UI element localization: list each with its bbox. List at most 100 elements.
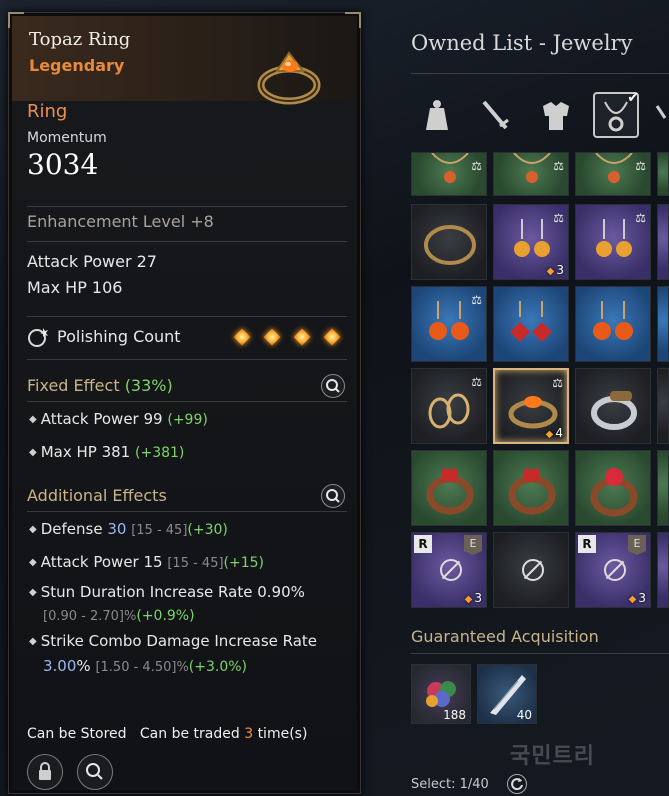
jewelry-slot[interactable] bbox=[657, 152, 669, 196]
scale-icon: ⚖ bbox=[471, 159, 482, 173]
divider bbox=[27, 401, 347, 402]
polish-gem-icon bbox=[233, 328, 251, 346]
jewelry-slot[interactable] bbox=[657, 286, 669, 362]
material-slot[interactable]: 40 bbox=[477, 664, 537, 724]
item-grade: Legendary bbox=[29, 56, 125, 75]
trade-info: Can be Stored Can be traded 3 time(s) bbox=[27, 726, 307, 742]
momentum-label: Momentum bbox=[27, 130, 107, 146]
jewelry-slot[interactable]: ⚖ ◆ 3 bbox=[493, 204, 569, 280]
scale-icon: ⚖ bbox=[635, 211, 646, 225]
divider bbox=[27, 359, 347, 360]
fixed-effect-percent: (33%) bbox=[124, 376, 173, 395]
ruby-ring-icon bbox=[508, 469, 556, 515]
jewelry-slot[interactable]: ⚖ bbox=[411, 152, 487, 196]
fixed-effect-title: Fixed Effect (33%) bbox=[27, 376, 173, 395]
jewelry-slot[interactable]: ⚖ bbox=[575, 204, 651, 280]
category-tab-more[interactable] bbox=[655, 92, 669, 138]
jewelry-slot[interactable] bbox=[493, 450, 569, 526]
armor-icon bbox=[543, 102, 569, 130]
item-count: ◆ 3 bbox=[464, 591, 482, 605]
earring-icon bbox=[593, 301, 633, 340]
jewelry-slot[interactable]: ⚖ bbox=[411, 368, 487, 444]
unavailable-icon bbox=[522, 559, 544, 581]
additional-effect-line: ◆ Stun Duration Increase Rate 0.90% bbox=[29, 583, 305, 601]
item-count: ◆ 4 bbox=[545, 426, 563, 440]
jewelry-slot[interactable] bbox=[657, 450, 669, 526]
additional-effect-range: [0.90 - 2.70]%(+0.9%) bbox=[43, 608, 195, 624]
enhancement-level: Enhancement Level +8 bbox=[27, 212, 214, 231]
lock-button[interactable] bbox=[27, 754, 63, 790]
ruby-ring-icon bbox=[426, 469, 474, 515]
additional-effects-search-button[interactable] bbox=[321, 484, 345, 508]
equip-tag: E bbox=[464, 535, 482, 555]
item-tooltip: Topaz Ring Legendary Ring Momentum 3034 … bbox=[8, 12, 361, 794]
jewelry-slot[interactable] bbox=[575, 368, 651, 444]
tradeable-label: Can be traded bbox=[139, 726, 240, 742]
guaranteed-acquisition-title: Guaranteed Acquisition bbox=[411, 627, 599, 646]
pendant-icon bbox=[655, 105, 667, 119]
additional-effect-range: 3.00% [1.50 - 4.50]%(+3.0%) bbox=[43, 657, 248, 675]
scale-icon: ⚖ bbox=[635, 159, 646, 173]
item-count: ◆ 3 bbox=[628, 591, 646, 605]
scale-icon: ⚖ bbox=[553, 159, 564, 173]
material-count: 188 bbox=[443, 708, 466, 722]
jewelry-slot-locked[interactable]: R E ◆ 3 bbox=[575, 532, 651, 608]
divider bbox=[411, 653, 669, 654]
jewelry-slot[interactable] bbox=[657, 204, 669, 280]
magnifier-icon bbox=[86, 763, 103, 780]
jewelry-slot[interactable]: ⚖ bbox=[493, 152, 569, 196]
lock-icon bbox=[39, 762, 51, 780]
divider bbox=[27, 511, 347, 512]
magnifier-icon bbox=[326, 379, 340, 393]
additional-effects-title: Additional Effects bbox=[27, 486, 167, 505]
category-tab-jewelry[interactable]: ✔ bbox=[593, 90, 639, 138]
item-type: Ring bbox=[27, 101, 68, 122]
jewelry-slot[interactable]: ⚖ bbox=[575, 152, 651, 196]
material-slot[interactable]: 188 bbox=[411, 664, 471, 724]
jewelry-slot-locked[interactable]: R E ◆ 3 bbox=[411, 532, 487, 608]
scale-icon: ⚖ bbox=[552, 376, 563, 390]
jewelry-slot[interactable] bbox=[657, 532, 669, 608]
scale-icon: ⚖ bbox=[553, 211, 564, 225]
refresh-button[interactable] bbox=[507, 774, 527, 794]
jewelry-slot-locked[interactable] bbox=[493, 532, 569, 608]
fixed-effect-label: Fixed Effect bbox=[27, 376, 120, 395]
bag-icon bbox=[426, 100, 448, 130]
ruby-ring-icon bbox=[590, 468, 638, 517]
item-count: ◆ 3 bbox=[546, 263, 564, 277]
jewelry-slot[interactable] bbox=[411, 204, 487, 280]
rank-tag: R bbox=[578, 535, 596, 553]
polishing-icon bbox=[28, 328, 48, 347]
material-count: 40 bbox=[516, 708, 532, 722]
silver-ring-icon bbox=[591, 391, 637, 430]
scale-icon: ⚖ bbox=[471, 375, 482, 389]
rank-tag: R bbox=[414, 535, 432, 553]
additional-effect-line: ◆ Defense 30 [15 - 45](+30) bbox=[29, 520, 228, 538]
base-stat: Max HP 106 bbox=[27, 278, 123, 297]
fixed-effect-line: ◆ Attack Power 99 (+99) bbox=[29, 410, 208, 428]
jewelry-slot[interactable] bbox=[575, 450, 651, 526]
check-icon: ✔ bbox=[627, 90, 639, 106]
jewelry-slot-selected[interactable]: ⚖ ◆ 4 bbox=[493, 368, 569, 444]
category-tab-bag[interactable] bbox=[414, 92, 460, 138]
fixed-effect-search-button[interactable] bbox=[321, 374, 345, 398]
divider bbox=[27, 206, 347, 207]
category-tab-armor[interactable] bbox=[533, 92, 579, 138]
jewelry-slot[interactable]: ⚖ bbox=[411, 286, 487, 362]
watermark: 국민트리 bbox=[510, 744, 595, 769]
jewelry-slot[interactable] bbox=[493, 286, 569, 362]
additional-effect-line: ◆ Attack Power 15 [15 - 45](+15) bbox=[29, 553, 265, 571]
divider bbox=[411, 73, 669, 74]
trade-suffix: time(s) bbox=[257, 726, 308, 742]
jewelry-slot[interactable] bbox=[411, 450, 487, 526]
fixed-effect-line: ◆ Max HP 381 (+381) bbox=[29, 443, 185, 461]
jewelry-slot[interactable] bbox=[575, 286, 651, 362]
category-tab-weapon[interactable] bbox=[472, 92, 518, 138]
topaz-ring-icon bbox=[257, 51, 321, 105]
base-stat: Attack Power 27 bbox=[27, 252, 157, 271]
unavailable-icon bbox=[604, 559, 626, 581]
item-name: Topaz Ring bbox=[29, 29, 131, 50]
jewelry-slot[interactable] bbox=[657, 368, 669, 444]
inspect-button[interactable] bbox=[77, 754, 113, 790]
polishing-count-label: Polishing Count bbox=[57, 327, 181, 346]
